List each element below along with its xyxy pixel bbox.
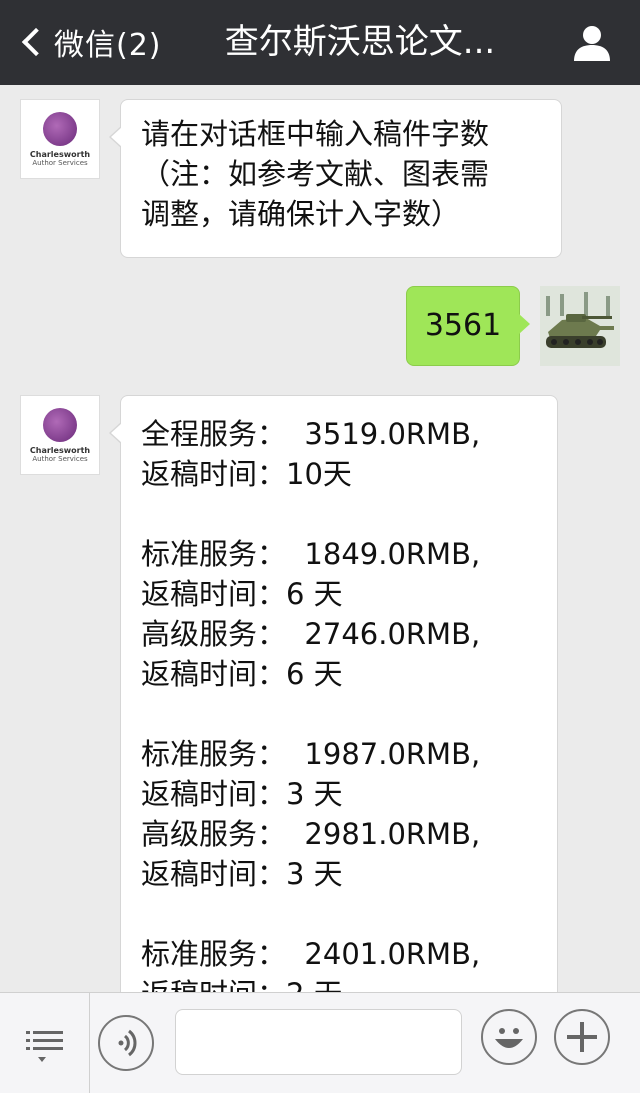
message-line: 返稿时间：3 天 — [141, 777, 343, 811]
menu-list-icon — [26, 1031, 63, 1062]
voice-icon — [118, 1029, 137, 1057]
message-line: （注：如参考文献、图表需 — [141, 157, 490, 191]
plus-icon — [567, 1022, 597, 1052]
message-line: 返稿时间：10天 — [141, 457, 352, 491]
emoji-icon — [495, 1028, 523, 1048]
message-line — [141, 494, 537, 534]
brand-sub: Author Services — [32, 454, 88, 463]
message-line: 返稿时间：6 天 — [141, 577, 343, 611]
message-line — [141, 694, 537, 734]
top-nav-bar: 微信(2) 查尔斯沃思论文... — [0, 0, 640, 85]
back-button[interactable]: 微信(2) — [18, 20, 162, 64]
brand-logo-icon — [43, 111, 77, 146]
brand-name: Charlesworth — [29, 149, 91, 159]
message-line: 请在对话框中输入稿件字数 — [141, 117, 490, 151]
brand-avatar[interactable]: Charlesworth Author Services — [20, 395, 100, 475]
voice-button[interactable] — [98, 1015, 154, 1071]
message-line — [141, 894, 537, 934]
message-line: 返稿时间：6 天 — [141, 657, 343, 691]
emoji-button[interactable] — [481, 1009, 537, 1065]
brand-logo-icon — [43, 407, 77, 442]
input-toolbar — [0, 992, 640, 1093]
message-line: 返稿时间：2 天 — [141, 974, 537, 992]
profile-button[interactable] — [572, 24, 612, 62]
message-line: 高级服务： 2981.0RMB, — [141, 817, 481, 851]
message-line: 标准服务： 1849.0RMB, — [141, 537, 481, 571]
brand-name: Charlesworth — [29, 445, 91, 455]
brand-sub: Author Services — [32, 158, 88, 167]
person-icon — [574, 26, 610, 61]
message-input[interactable] — [175, 1009, 462, 1075]
tank-image-icon — [540, 286, 620, 366]
brand-avatar[interactable]: Charlesworth Author Services — [20, 99, 100, 179]
user-avatar[interactable] — [540, 286, 620, 366]
chat-area[interactable]: Charlesworth Author Services 请在对话框中输入稿件字… — [0, 85, 640, 992]
message-line: 调整，请确保计入字数） — [141, 197, 461, 231]
plus-button[interactable] — [554, 1009, 610, 1065]
message-line: 返稿时间：3 天 — [141, 857, 343, 891]
chevron-left-icon — [21, 27, 51, 57]
message-line: 高级服务： 2746.0RMB, — [141, 617, 481, 651]
menu-toggle-button[interactable] — [0, 993, 90, 1093]
outgoing-message[interactable]: 3561 — [406, 286, 530, 366]
message-line: 标准服务： 1987.0RMB, — [141, 737, 481, 771]
incoming-price-message[interactable]: 全程服务： 3519.0RMB, 返稿时间：10天 标准服务： 1849.0RM… — [109, 395, 558, 992]
chat-title: 查尔斯沃思论文... — [224, 22, 496, 62]
message-line: 标准服务： 2401.0RMB, — [141, 937, 481, 971]
message-line: 全程服务： 3519.0RMB, — [141, 417, 481, 451]
back-label: 微信(2) — [54, 28, 162, 63]
incoming-message[interactable]: 请在对话框中输入稿件字数 （注：如参考文献、图表需 调整，请确保计入字数） — [109, 99, 562, 258]
